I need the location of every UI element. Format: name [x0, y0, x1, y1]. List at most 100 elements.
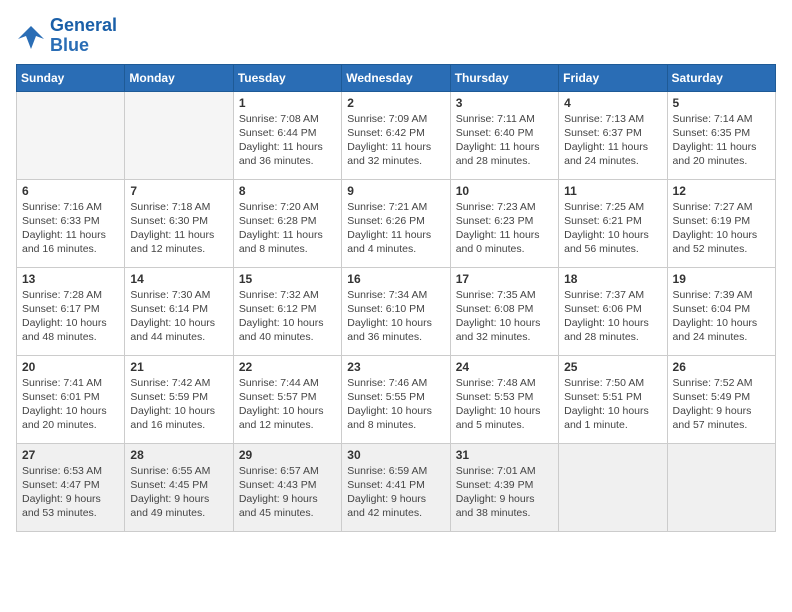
day-info: Sunrise: 7:41 AM Sunset: 6:01 PM Dayligh… [22, 376, 119, 433]
day-info: Sunrise: 7:44 AM Sunset: 5:57 PM Dayligh… [239, 376, 336, 433]
day-info: Sunrise: 7:20 AM Sunset: 6:28 PM Dayligh… [239, 200, 336, 257]
logo: General Blue [16, 16, 117, 56]
day-number: 4 [564, 96, 661, 110]
calendar-cell: 17 Sunrise: 7:35 AM Sunset: 6:08 PM Dayli… [450, 267, 558, 355]
calendar-cell: 22 Sunrise: 7:44 AM Sunset: 5:57 PM Dayli… [233, 355, 341, 443]
calendar-cell: 19Sunrise: 7:39 AM Sunset: 6:04 PM Dayli… [667, 267, 775, 355]
day-number: 27 [22, 448, 119, 462]
day-number: 10 [456, 184, 553, 198]
day-number: 21 [130, 360, 227, 374]
day-of-week-header: Friday [559, 64, 667, 91]
day-info: Sunrise: 7:16 AM Sunset: 6:33 PM Dayligh… [22, 200, 119, 257]
day-info: Sunrise: 7:50 AM Sunset: 5:51 PM Dayligh… [564, 376, 661, 433]
day-number: 28 [130, 448, 227, 462]
day-number: 5 [673, 96, 770, 110]
calendar-cell: 25 Sunrise: 7:50 AM Sunset: 5:51 PM Dayli… [559, 355, 667, 443]
day-info: Sunrise: 6:59 AM Sunset: 4:41 PM Dayligh… [347, 464, 444, 521]
day-number: 16 [347, 272, 444, 286]
calendar-cell: 3Sunrise: 7:11 AM Sunset: 6:40 PM Daylig… [450, 91, 558, 179]
day-info: Sunrise: 7:42 AM Sunset: 5:59 PM Dayligh… [130, 376, 227, 433]
calendar-cell: 18 Sunrise: 7:37 AM Sunset: 6:06 PM Dayli… [559, 267, 667, 355]
day-info: Sunrise: 7:21 AM Sunset: 6:26 PM Dayligh… [347, 200, 444, 257]
calendar-cell [125, 91, 233, 179]
calendar-cell: 23 Sunrise: 7:46 AM Sunset: 5:55 PM Dayli… [342, 355, 450, 443]
page-header: General Blue [16, 16, 776, 56]
calendar-week-row: 6 Sunrise: 7:16 AM Sunset: 6:33 PM Daylig… [17, 179, 776, 267]
calendar-table: SundayMondayTuesdayWednesdayThursdayFrid… [16, 64, 776, 532]
day-of-week-header: Wednesday [342, 64, 450, 91]
calendar-cell: 27 Sunrise: 6:53 AM Sunset: 4:47 PM Dayli… [17, 443, 125, 531]
calendar-cell [559, 443, 667, 531]
calendar-cell: 14 Sunrise: 7:30 AM Sunset: 6:14 PM Dayli… [125, 267, 233, 355]
day-of-week-header: Sunday [17, 64, 125, 91]
day-info: Sunrise: 7:28 AM Sunset: 6:17 PM Dayligh… [22, 288, 119, 345]
logo-icon [16, 21, 46, 51]
calendar-cell: 6 Sunrise: 7:16 AM Sunset: 6:33 PM Daylig… [17, 179, 125, 267]
day-number: 14 [130, 272, 227, 286]
day-info: Sunrise: 7:39 AM Sunset: 6:04 PM Dayligh… [673, 288, 770, 345]
day-of-week-header: Tuesday [233, 64, 341, 91]
day-info: Sunrise: 7:18 AM Sunset: 6:30 PM Dayligh… [130, 200, 227, 257]
day-number: 18 [564, 272, 661, 286]
day-info: Sunrise: 7:48 AM Sunset: 5:53 PM Dayligh… [456, 376, 553, 433]
calendar-cell: 26 Sunrise: 7:52 AM Sunset: 5:49 PM Dayli… [667, 355, 775, 443]
day-info: Sunrise: 7:25 AM Sunset: 6:21 PM Dayligh… [564, 200, 661, 257]
day-number: 26 [673, 360, 770, 374]
calendar-week-row: 13 Sunrise: 7:28 AM Sunset: 6:17 PM Dayli… [17, 267, 776, 355]
day-info: Sunrise: 6:55 AM Sunset: 4:45 PM Dayligh… [130, 464, 227, 521]
day-number: 6 [22, 184, 119, 198]
day-of-week-header: Saturday [667, 64, 775, 91]
calendar-cell: 5Sunrise: 7:14 AM Sunset: 6:35 PM Daylig… [667, 91, 775, 179]
day-info: Sunrise: 7:30 AM Sunset: 6:14 PM Dayligh… [130, 288, 227, 345]
calendar-cell: 29 Sunrise: 6:57 AM Sunset: 4:43 PM Dayli… [233, 443, 341, 531]
day-number: 1 [239, 96, 336, 110]
day-info: Sunrise: 7:46 AM Sunset: 5:55 PM Dayligh… [347, 376, 444, 433]
day-number: 7 [130, 184, 227, 198]
day-of-week-header: Thursday [450, 64, 558, 91]
day-number: 11 [564, 184, 661, 198]
day-info: Sunrise: 7:37 AM Sunset: 6:06 PM Dayligh… [564, 288, 661, 345]
calendar-cell: 28 Sunrise: 6:55 AM Sunset: 4:45 PM Dayli… [125, 443, 233, 531]
calendar-week-row: 20 Sunrise: 7:41 AM Sunset: 6:01 PM Dayli… [17, 355, 776, 443]
day-number: 22 [239, 360, 336, 374]
day-number: 24 [456, 360, 553, 374]
logo-text: General Blue [50, 16, 117, 56]
day-info: Sunrise: 7:09 AM Sunset: 6:42 PM Dayligh… [347, 112, 444, 169]
day-number: 23 [347, 360, 444, 374]
calendar-cell [667, 443, 775, 531]
calendar-cell: 20 Sunrise: 7:41 AM Sunset: 6:01 PM Dayli… [17, 355, 125, 443]
day-info: Sunrise: 7:35 AM Sunset: 6:08 PM Dayligh… [456, 288, 553, 345]
calendar-cell: 21 Sunrise: 7:42 AM Sunset: 5:59 PM Dayli… [125, 355, 233, 443]
calendar-cell: 15 Sunrise: 7:32 AM Sunset: 6:12 PM Dayli… [233, 267, 341, 355]
calendar-cell: 13 Sunrise: 7:28 AM Sunset: 6:17 PM Dayli… [17, 267, 125, 355]
day-info: Sunrise: 7:52 AM Sunset: 5:49 PM Dayligh… [673, 376, 770, 433]
calendar-cell: 10 Sunrise: 7:23 AM Sunset: 6:23 PM Dayli… [450, 179, 558, 267]
day-number: 30 [347, 448, 444, 462]
day-of-week-header: Monday [125, 64, 233, 91]
day-info: Sunrise: 7:27 AM Sunset: 6:19 PM Dayligh… [673, 200, 770, 257]
day-info: Sunrise: 7:32 AM Sunset: 6:12 PM Dayligh… [239, 288, 336, 345]
day-number: 12 [673, 184, 770, 198]
day-number: 20 [22, 360, 119, 374]
calendar-cell: 30 Sunrise: 6:59 AM Sunset: 4:41 PM Dayli… [342, 443, 450, 531]
day-info: Sunrise: 7:23 AM Sunset: 6:23 PM Dayligh… [456, 200, 553, 257]
day-info: Sunrise: 6:57 AM Sunset: 4:43 PM Dayligh… [239, 464, 336, 521]
day-info: Sunrise: 6:53 AM Sunset: 4:47 PM Dayligh… [22, 464, 119, 521]
calendar-cell: 31Sunrise: 7:01 AM Sunset: 4:39 PM Dayli… [450, 443, 558, 531]
day-number: 15 [239, 272, 336, 286]
calendar-cell: 7 Sunrise: 7:18 AM Sunset: 6:30 PM Daylig… [125, 179, 233, 267]
day-info: Sunrise: 7:08 AM Sunset: 6:44 PM Dayligh… [239, 112, 336, 169]
day-number: 29 [239, 448, 336, 462]
day-number: 17 [456, 272, 553, 286]
day-number: 8 [239, 184, 336, 198]
day-number: 13 [22, 272, 119, 286]
day-number: 25 [564, 360, 661, 374]
calendar-header-row: SundayMondayTuesdayWednesdayThursdayFrid… [17, 64, 776, 91]
day-number: 3 [456, 96, 553, 110]
day-number: 31 [456, 448, 553, 462]
day-info: Sunrise: 7:13 AM Sunset: 6:37 PM Dayligh… [564, 112, 661, 169]
day-number: 9 [347, 184, 444, 198]
day-number: 2 [347, 96, 444, 110]
calendar-week-row: 1 Sunrise: 7:08 AM Sunset: 6:44 PM Daylig… [17, 91, 776, 179]
calendar-cell: 1 Sunrise: 7:08 AM Sunset: 6:44 PM Daylig… [233, 91, 341, 179]
